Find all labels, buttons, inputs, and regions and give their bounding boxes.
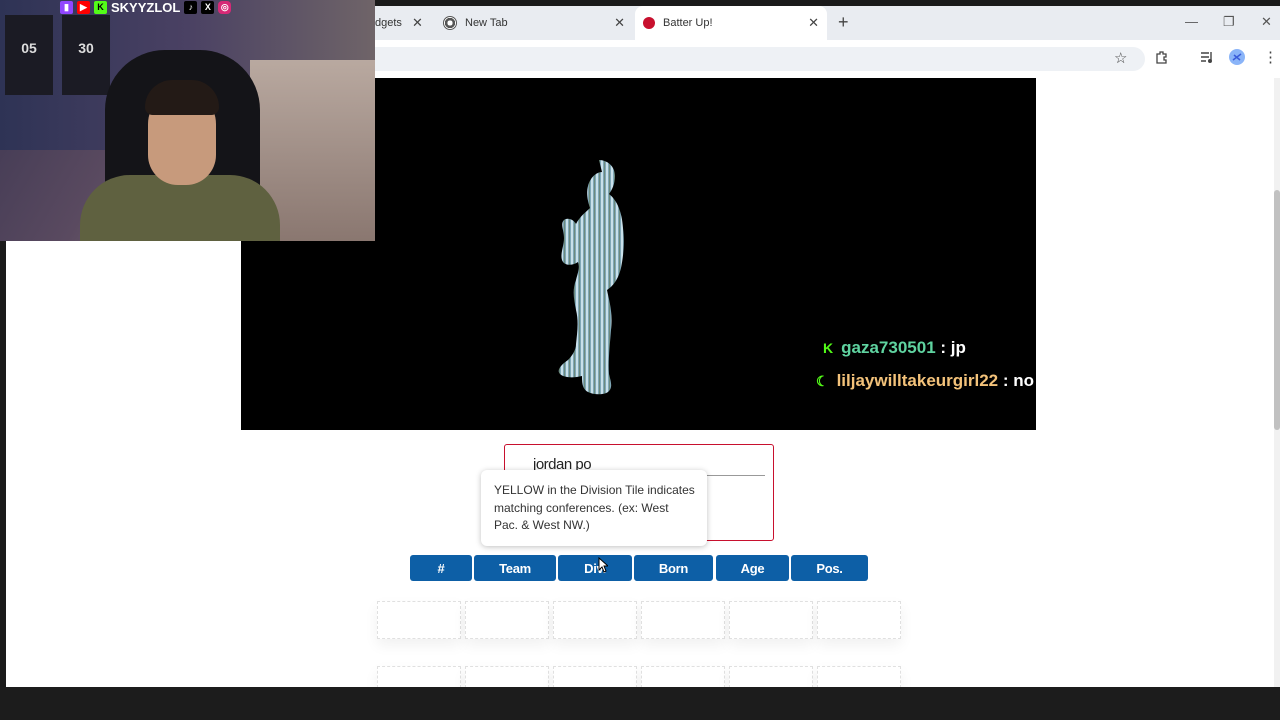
tab-label: dgets (375, 17, 402, 29)
kick-icon: K (94, 1, 107, 14)
guess-cell (641, 666, 725, 688)
youtube-icon: ▶ (77, 1, 90, 14)
tab-label: Batter Up! (663, 17, 713, 29)
chat-message: ☾ liljaywilltakeurgirl22 : no (816, 371, 1035, 390)
guess-cell (729, 601, 813, 639)
column-header-team[interactable]: Team (474, 555, 556, 581)
chat-username: gaza730501 (841, 338, 936, 357)
batter-up-favicon-icon (643, 17, 655, 29)
jersey-left: 05 (5, 15, 53, 95)
extensions-icon[interactable] (1155, 50, 1169, 67)
guess-cell (729, 666, 813, 688)
address-bar[interactable] (375, 47, 1145, 71)
social-handles: ▮ ▶ K SKYYZLOL ♪ X ◎ (60, 0, 232, 15)
tab-new-tab[interactable]: New Tab ✕ (441, 6, 633, 40)
streamer-handle: SKYYZLOL (111, 0, 181, 15)
browser-toolbar: ☆ ⋮ (375, 40, 1280, 78)
division-tooltip: YELLOW in the Division Tile indicates ma… (481, 470, 707, 546)
guess-cell (377, 601, 461, 639)
column-header-number[interactable]: # (410, 555, 472, 581)
guess-cell (377, 666, 461, 688)
column-header-position[interactable]: Pos. (791, 555, 868, 581)
scrollbar-thumb[interactable] (1274, 190, 1280, 430)
column-header-division[interactable]: Div. (558, 555, 632, 581)
guess-cell (641, 601, 725, 639)
guess-cell (817, 601, 901, 639)
chat-message: Kgaza730501 : jp (823, 338, 966, 357)
column-header-born[interactable]: Born (634, 555, 713, 581)
x-icon: X (201, 1, 215, 14)
guess-cell (817, 666, 901, 688)
restore-button[interactable]: ❐ (1223, 14, 1235, 30)
streamer-hair (145, 80, 219, 115)
close-tab-icon[interactable]: ✕ (808, 15, 819, 31)
chat-username: liljaywilltakeurgirl22 (836, 371, 999, 390)
moon-badge-icon: ☾ (816, 373, 829, 389)
tab-label: New Tab (465, 17, 508, 29)
close-tab-icon[interactable]: ✕ (614, 15, 625, 31)
minimize-button[interactable]: — (1185, 14, 1198, 29)
chat-text: no (1013, 371, 1035, 390)
kick-badge-icon: K (823, 340, 834, 356)
instagram-icon: ◎ (218, 1, 232, 14)
guess-cell (465, 666, 549, 688)
guess-cell (465, 601, 549, 639)
column-header-age[interactable]: Age (716, 555, 789, 581)
tab-batter-up[interactable]: Batter Up! ✕ (635, 6, 827, 40)
profile-icon[interactable] (1229, 49, 1245, 68)
star-icon[interactable]: ☆ (1114, 49, 1127, 67)
player-silhouette (558, 160, 624, 395)
menu-icon[interactable]: ⋮ (1263, 48, 1278, 66)
tab-widgets[interactable]: dgets ✕ (375, 6, 433, 40)
close-window-button[interactable]: ✕ (1261, 14, 1272, 30)
guess-cell (553, 601, 637, 639)
new-tab-button[interactable]: + (838, 12, 849, 33)
taskbar (0, 687, 1280, 720)
media-icon[interactable] (1200, 50, 1214, 67)
jersey-right: 30 (62, 15, 110, 95)
guess-cell (553, 666, 637, 688)
chat-text: jp (950, 338, 966, 357)
tab-strip: dgets ✕ New Tab ✕ Batter Up! ✕ + — ❐ ✕ (375, 6, 1280, 40)
tiktok-icon: ♪ (184, 1, 198, 14)
streamer-webcam: 05 30 ▮ ▶ K SKYYZLOL ♪ X ◎ (0, 0, 375, 241)
mouse-cursor-icon (598, 557, 608, 573)
twitch-icon: ▮ (60, 1, 73, 14)
close-tab-icon[interactable]: ✕ (412, 15, 433, 31)
chrome-icon (443, 16, 457, 30)
